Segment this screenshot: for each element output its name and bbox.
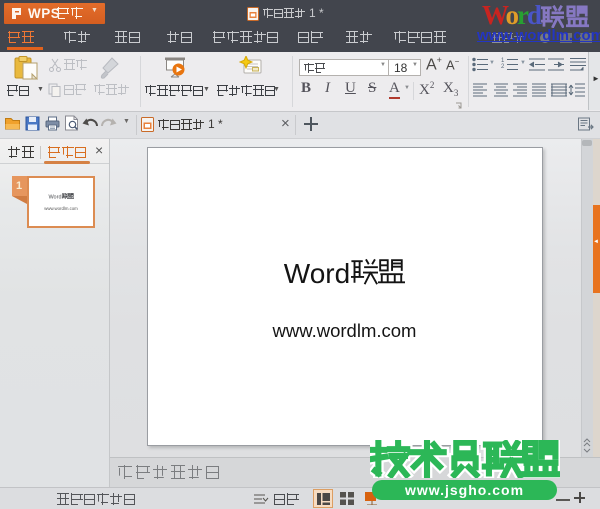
svg-text:2: 2: [501, 64, 505, 70]
